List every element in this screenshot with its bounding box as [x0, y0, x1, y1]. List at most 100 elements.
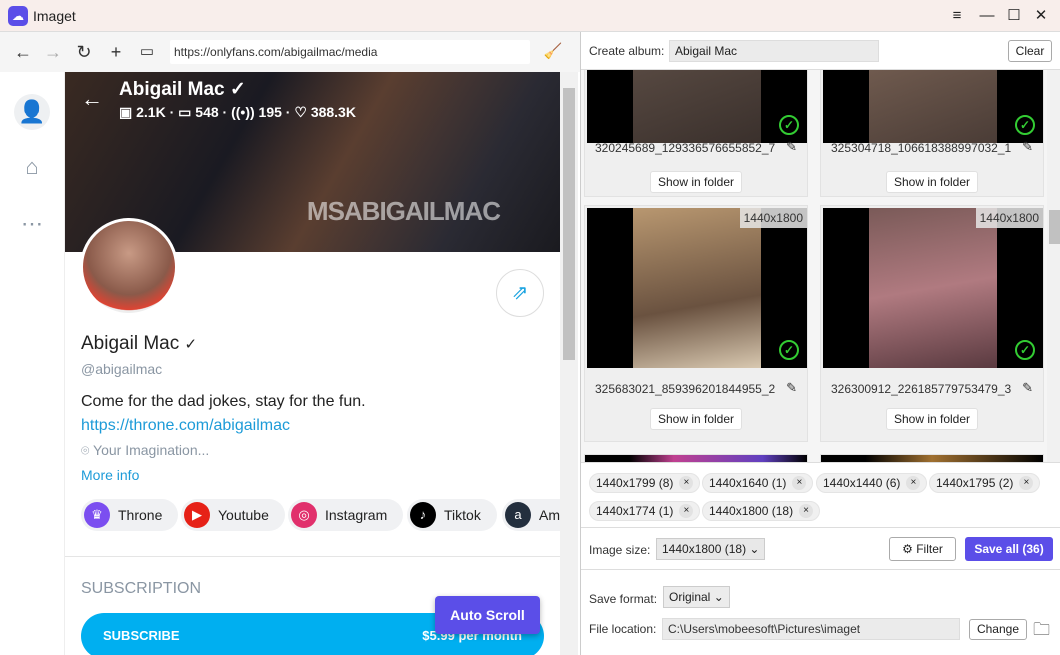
size-chip[interactable]: 1440x1800 (18) × — [702, 501, 821, 521]
like-count: 388.3K — [310, 104, 356, 120]
location-text: Your Imagination... — [93, 442, 210, 458]
size-filter-chips: 1440x1799 (8) × 1440x1640 (1) × 1440x1440 … — [581, 462, 1060, 528]
social-instagram[interactable]: ◎ Instagram — [288, 499, 404, 531]
image-grid: ✓ 320245689_129336576655852_723 ✎ Show i… — [581, 70, 1047, 462]
profile-link[interactable]: https://throne.com/abigailmac — [81, 417, 290, 435]
remove-chip-icon[interactable]: × — [792, 476, 807, 490]
social-throne[interactable]: ♛ Throne — [81, 499, 179, 531]
social-label: Tiktok — [444, 507, 481, 523]
rename-pencil-icon[interactable]: ✎ — [786, 380, 797, 396]
show-in-folder-button[interactable]: Show in folder — [886, 171, 978, 193]
close-icon[interactable]: ✕ — [1031, 6, 1051, 26]
filter-button[interactable]: ⚙ Filter — [889, 537, 956, 561]
image-thumbnail[interactable]: 1440x1800 ✓ — [587, 208, 807, 368]
image-card[interactable]: 1440x1800 ✓ 325683021_859396201844955_236… — [584, 205, 808, 442]
social-label: Ama — [539, 507, 560, 523]
home-icon[interactable]: ⌂ — [14, 149, 50, 185]
album-name-input[interactable]: Abigail Mac — [669, 40, 879, 62]
more-info-link[interactable]: More info — [81, 467, 139, 483]
maximize-icon[interactable]: ☐ — [1004, 6, 1024, 26]
web-scrollbar-thumb[interactable] — [563, 88, 575, 360]
back-arrow-icon[interactable]: ← — [81, 86, 103, 112]
check-icon[interactable]: ✓ — [1015, 340, 1035, 360]
more-icon[interactable]: ⋯ — [14, 206, 50, 242]
app-logo-icon: ☁ — [8, 6, 28, 26]
remove-chip-icon[interactable]: × — [679, 504, 694, 518]
size-chip[interactable]: 1440x1795 (2) × — [929, 473, 1041, 493]
image-thumbnail[interactable]: ✓ — [587, 70, 807, 143]
grid-scrollbar-thumb[interactable] — [1049, 210, 1060, 244]
chevron-down-icon: ⌄ — [713, 590, 724, 604]
rename-pencil-icon[interactable]: ✎ — [1022, 139, 1033, 155]
image-card[interactable]: 1440x1800 ✓ 326300912_226185779753479_374… — [820, 205, 1044, 442]
auto-scroll-button[interactable]: Auto Scroll — [435, 596, 540, 634]
rename-pencil-icon[interactable]: ✎ — [1022, 380, 1033, 396]
size-chip[interactable]: 1440x1440 (6) × — [816, 473, 928, 493]
check-icon[interactable]: ✓ — [779, 115, 799, 135]
stream-count: 195 — [258, 104, 282, 120]
size-chip[interactable]: 1440x1640 (1) × — [702, 473, 814, 493]
profile-handle: @abigailmac — [81, 361, 163, 377]
show-in-folder-button[interactable]: Show in folder — [650, 408, 742, 430]
remove-chip-icon[interactable]: × — [906, 476, 921, 490]
profile-bio: Come for the dad jokes, stay for the fun… — [81, 393, 366, 410]
heart-icon: ♡ — [294, 104, 307, 120]
throne-icon: ♛ — [84, 502, 110, 528]
folder-icon[interactable]: 🗀 — [1033, 617, 1050, 646]
image-size-value: 1440x1800 (18) — [662, 542, 747, 556]
url-input[interactable]: https://onlyfans.com/abigailmac/media — [170, 40, 530, 64]
remove-chip-icon[interactable]: × — [799, 504, 814, 518]
tabs-icon[interactable]: ▭ — [136, 41, 158, 63]
social-youtube[interactable]: ▶ Youtube — [181, 499, 285, 531]
image-thumbnail[interactable]: ✓ — [823, 70, 1043, 143]
share-icon[interactable]: ⇗ — [496, 269, 544, 317]
image-thumbnail[interactable]: 1440x1800 ✓ — [823, 208, 1043, 368]
image-card[interactable] — [820, 454, 1044, 462]
profile-avatar[interactable] — [80, 218, 178, 316]
instagram-icon: ◎ — [291, 502, 317, 528]
size-chip[interactable]: 1440x1799 (8) × — [589, 473, 701, 493]
back-icon[interactable]: ← — [12, 41, 34, 63]
profile-avatar-icon[interactable]: 👤 — [14, 94, 50, 130]
remove-chip-icon[interactable]: × — [1019, 476, 1034, 490]
show-in-folder-button[interactable]: Show in folder — [650, 171, 742, 193]
banner-watermark: MSABIGAILMAC — [306, 196, 501, 226]
banner-name-text: Abigail Mac — [119, 79, 225, 100]
save-format-label: Save format: — [589, 592, 658, 606]
profile-name-text: Abigail Mac — [81, 333, 180, 354]
social-tiktok[interactable]: ♪ Tiktok — [407, 499, 497, 531]
image-card[interactable]: ✓ 320245689_129336576655852_723 ✎ Show i… — [584, 70, 808, 197]
minimize-icon[interactable]: — — [977, 6, 997, 26]
clear-cache-broom-icon[interactable]: 🧹 — [542, 41, 564, 63]
grid-scrollbar[interactable] — [1047, 70, 1060, 462]
size-chip[interactable]: 1440x1774 (1) × — [589, 501, 701, 521]
image-card[interactable]: ✓ 325304718_106618388997032_180 ✎ Show i… — [820, 70, 1044, 197]
image-size-label: Image size: — [589, 543, 651, 557]
banner-name: Abigail Mac ✓ — [119, 78, 246, 101]
social-label: Youtube — [218, 507, 269, 523]
reload-icon[interactable]: ↻ — [73, 41, 95, 63]
tiktok-icon: ♪ — [410, 502, 436, 528]
filter-label: Filter — [916, 542, 943, 556]
save-format-select[interactable]: Original ⌄ — [663, 586, 730, 608]
file-location-input[interactable]: C:\Users\mobeesoft\Pictures\imaget — [662, 618, 960, 640]
remove-chip-icon[interactable]: × — [679, 476, 694, 490]
social-amazon[interactable]: a Ama — [502, 499, 560, 531]
file-name: 326300912_226185779753479_374 — [831, 382, 1011, 396]
image-size-row: Image size: 1440x1800 (18) ⌄ ⚙ Filter Sa… — [581, 528, 1060, 570]
rename-pencil-icon[interactable]: ✎ — [786, 139, 797, 155]
chevron-down-icon: ⌄ — [749, 542, 760, 556]
image-card[interactable] — [584, 454, 808, 462]
clear-button[interactable]: Clear — [1008, 40, 1052, 62]
new-tab-icon[interactable]: + — [105, 41, 127, 63]
forward-icon[interactable]: → — [42, 41, 64, 63]
image-size-select[interactable]: 1440x1800 (18) ⌄ — [656, 538, 766, 560]
chip-label: 1440x1640 (1) — [709, 476, 787, 490]
verified-icon: ✓ — [229, 79, 246, 100]
check-icon[interactable]: ✓ — [1015, 115, 1035, 135]
check-icon[interactable]: ✓ — [779, 340, 799, 360]
show-in-folder-button[interactable]: Show in folder — [886, 408, 978, 430]
save-all-button[interactable]: Save all (36) — [965, 537, 1053, 561]
change-location-button[interactable]: Change — [969, 619, 1027, 640]
hamburger-icon[interactable]: ≡ — [947, 6, 967, 26]
